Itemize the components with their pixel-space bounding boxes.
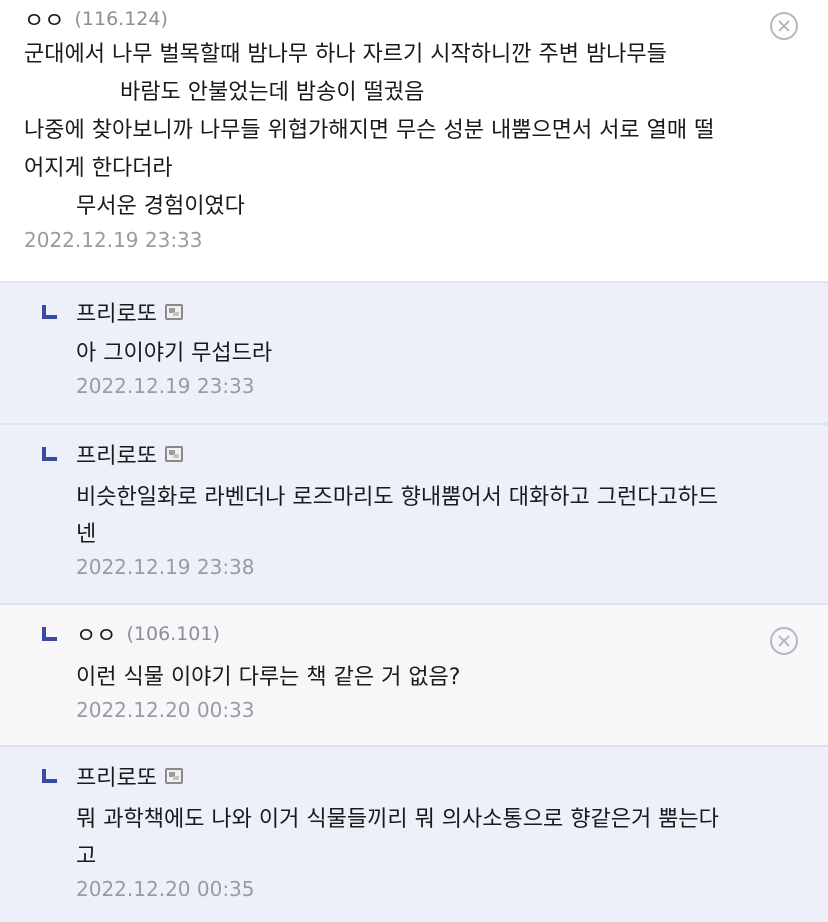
comment-ip: (116.124) [74, 8, 168, 30]
comment-header: 프리로또 [76, 439, 183, 469]
comment-ip: (106.101) [126, 623, 220, 645]
member-icon [164, 446, 183, 462]
comment-text-line: 바람도 안불었는데 밤송이 떨궜음 [120, 80, 425, 105]
member-icon [164, 768, 183, 784]
reply-arrow-icon [42, 305, 57, 319]
comment-text-line: 나중에 찾아보니까 나무들 위협가해지면 무슨 성분 내뿜으면서 서로 열매 떨 [24, 118, 715, 143]
comment-text: 아 그이야기 무섭드라 [76, 341, 273, 366]
comment-header: ㅇㅇ (116.124) [24, 4, 804, 34]
reply-comment: ㅇㅇ (106.101) 이런 식물 이야기 다루는 책 같은 거 없음? 20… [0, 605, 828, 747]
comment-body: 아 그이야기 무섭드라 2022.12.19 23:33 [76, 335, 798, 398]
comment-header: 프리로또 [76, 761, 183, 791]
reply-arrow-icon [42, 769, 57, 783]
comment-body: 비슷한일화로 라벤더나 로즈마리도 향내뿜어서 대화하고 그런다고하드 넨 20… [76, 479, 798, 579]
reply-comment: 프리로또 아 그이야기 무섭드라 2022.12.19 23:33 [0, 283, 828, 425]
comment-text: 이런 식물 이야기 다루는 책 같은 거 없음? [76, 665, 461, 690]
comment-timestamp: 2022.12.19 23:33 [24, 228, 203, 252]
comment-timestamp: 2022.12.20 00:35 [76, 877, 255, 901]
comment-body: 뭐 과학책에도 나와 이거 식물들끼리 뭐 의사소통으로 향같은거 뿜는다 고 … [76, 801, 798, 901]
reply-arrow-icon [42, 447, 57, 461]
comment-text-line: 어지게 한다더라 [24, 156, 173, 181]
comment-nickname[interactable]: 프리로또 [76, 760, 157, 792]
comment-top: ㅇㅇ (116.124) 군대에서 나무 벌목할때 밤나무 하나 자르기 시작하… [0, 0, 828, 283]
comment-timestamp: 2022.12.19 23:38 [76, 555, 255, 579]
comment-nickname[interactable]: ㅇㅇ [24, 3, 64, 35]
close-icon[interactable] [770, 627, 798, 655]
close-icon[interactable] [770, 12, 798, 40]
comment-timestamp: 2022.12.20 00:33 [76, 698, 255, 722]
comment-text-line: 비슷한일화로 라벤더나 로즈마리도 향내뿜어서 대화하고 그런다고하드 [76, 485, 719, 510]
comment-text-line: 뭐 과학책에도 나와 이거 식물들끼리 뭐 의사소통으로 향같은거 뿜는다 [76, 807, 719, 832]
comment-nickname[interactable]: ㅇㅇ [76, 618, 116, 650]
comment-text-line: 넨 [76, 522, 97, 547]
reply-comment: 프리로또 비슷한일화로 라벤더나 로즈마리도 향내뿜어서 대화하고 그런다고하드… [0, 425, 828, 605]
comment-body: 군대에서 나무 벌목할때 밤나무 하나 자르기 시작하니깐 주변 밤나무들 바람… [24, 36, 804, 252]
comment-body: 이런 식물 이야기 다루는 책 같은 거 없음? 2022.12.20 00:3… [76, 659, 798, 722]
comment-nickname[interactable]: 프리로또 [76, 296, 157, 328]
member-icon [164, 304, 183, 320]
comment-timestamp: 2022.12.19 23:33 [76, 374, 255, 398]
comment-text-line: 군대에서 나무 벌목할때 밤나무 하나 자르기 시작하니깐 주변 밤나무들 [24, 42, 667, 67]
comment-nickname[interactable]: 프리로또 [76, 438, 157, 470]
reply-arrow-icon [42, 627, 57, 641]
reply-comment: 프리로또 뭐 과학책에도 나와 이거 식물들끼리 뭐 의사소통으로 향같은거 뿜… [0, 747, 828, 922]
comment-text-line: 무서운 경험이였다 [76, 194, 245, 219]
comment-text-line: 고 [76, 844, 97, 869]
comment-header: 프리로또 [76, 297, 183, 327]
comment-header: ㅇㅇ (106.101) [76, 619, 220, 649]
